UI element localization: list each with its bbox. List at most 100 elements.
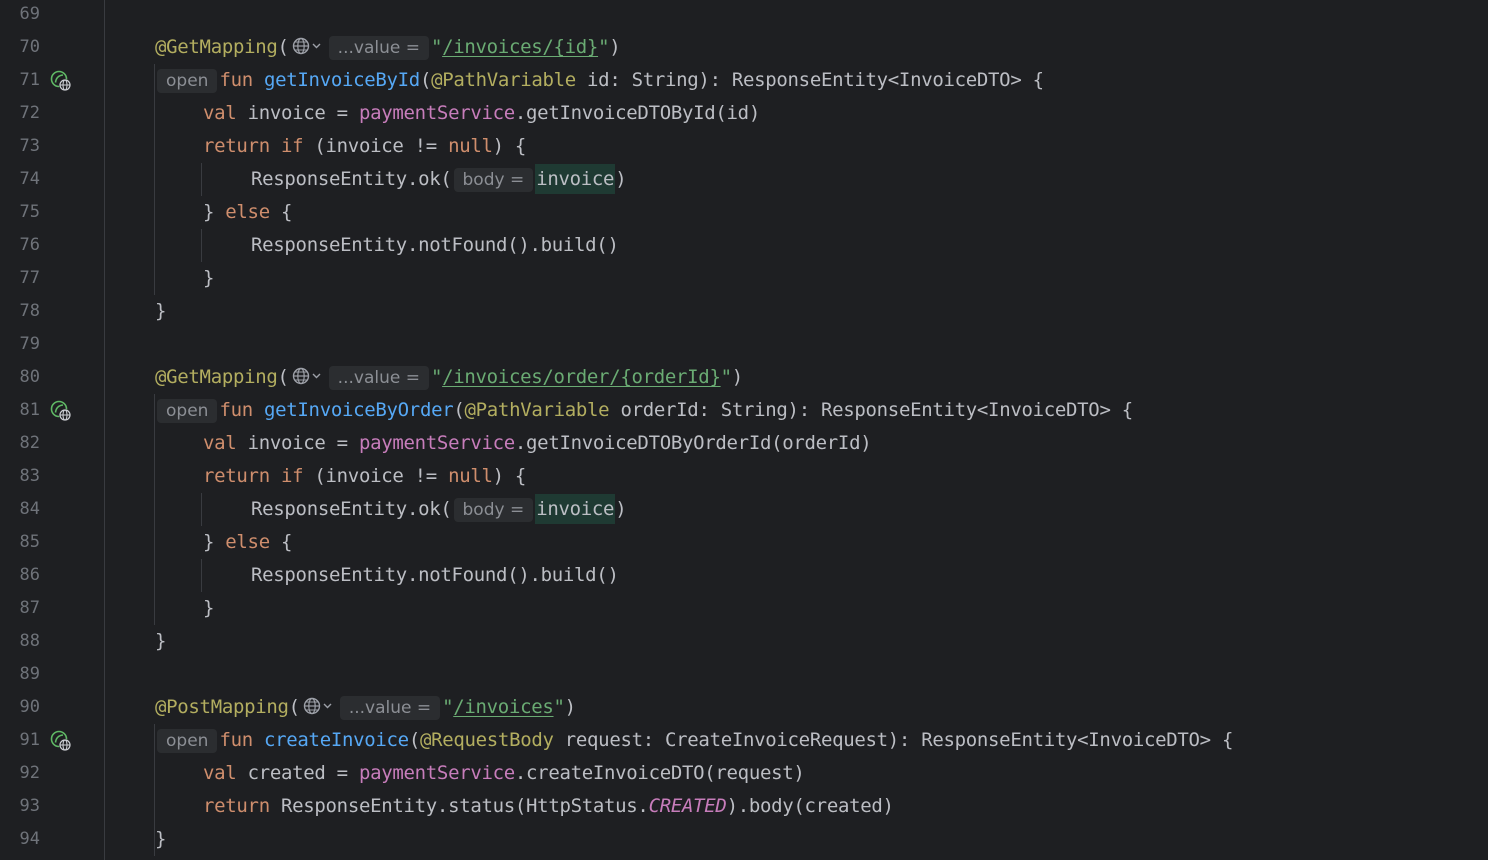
- line-number[interactable]: 71: [0, 64, 40, 97]
- inlay-hint[interactable]: open: [157, 729, 218, 753]
- line-number[interactable]: 78: [0, 295, 40, 328]
- endpoint-icon[interactable]: [49, 399, 73, 423]
- code-token: (: [288, 696, 300, 718]
- code-line[interactable]: ResponseEntity.notFound().build(): [251, 229, 619, 262]
- inlay-hint[interactable]: open: [157, 69, 218, 93]
- url-path-link[interactable]: /invoices: [453, 696, 554, 718]
- code-line[interactable]: open fun createInvoice(@RequestBody reque…: [155, 724, 1233, 757]
- line-number[interactable]: 94: [0, 823, 40, 856]
- code-token: @PostMapping: [155, 696, 289, 718]
- code-token: (: [277, 366, 289, 388]
- code-line[interactable]: return if (invoice != null) {: [203, 460, 526, 493]
- code-token: ): [615, 498, 627, 520]
- code-area[interactable]: @GetMapping(...value = "/invoices/{id}") o…: [105, 0, 1488, 860]
- line-number[interactable]: 84: [0, 493, 40, 526]
- code-line[interactable]: }: [155, 625, 166, 658]
- code-token: ) {: [492, 465, 527, 487]
- endpoint-icon[interactable]: [49, 729, 73, 753]
- line-number[interactable]: 83: [0, 460, 40, 493]
- inlay-hint[interactable]: ...value =: [339, 696, 441, 720]
- code-token: (: [453, 399, 465, 421]
- editor-gutter[interactable]: 69 70 71 72 73 74 75 76 77 78 79 80 81 82 83 84 85 86 87 88…: [0, 0, 105, 860]
- code-token: }: [203, 201, 226, 223]
- line-number[interactable]: 74: [0, 163, 40, 196]
- line-number[interactable]: 90: [0, 691, 40, 724]
- code-token: else: [225, 201, 281, 223]
- code-line[interactable]: }: [155, 823, 166, 856]
- indent-guide: [154, 394, 155, 625]
- code-editor[interactable]: 69 70 71 72 73 74 75 76 77 78 79 80 81 82 83 84 85 86 87 88…: [0, 0, 1488, 860]
- code-line[interactable]: @GetMapping(...value = "/invoices/order/{…: [155, 361, 743, 394]
- line-number[interactable]: 92: [0, 757, 40, 790]
- code-token: paymentService: [358, 762, 515, 784]
- code-token: ) {: [492, 135, 527, 157]
- code-token: null: [448, 465, 493, 487]
- code-token: ResponseEntity.notFound().build(): [251, 234, 619, 256]
- code-line[interactable]: val invoice = paymentService.getInvoiceD…: [203, 427, 872, 460]
- code-line[interactable]: ResponseEntity.notFound().build(): [251, 559, 619, 592]
- code-line[interactable]: }: [203, 262, 214, 295]
- line-number[interactable]: 75: [0, 196, 40, 229]
- line-number[interactable]: 73: [0, 130, 40, 163]
- code-token: .getInvoiceDTOByOrderId(orderId): [514, 432, 872, 454]
- code-token: ResponseEntity.ok(: [251, 498, 452, 520]
- code-line[interactable]: }: [155, 295, 166, 328]
- code-line[interactable]: return ResponseEntity.status(HttpStatus.…: [203, 790, 894, 823]
- inlay-hint[interactable]: body =: [453, 168, 534, 192]
- url-path-link[interactable]: /invoices/order/{orderId}: [442, 366, 721, 388]
- code-line[interactable]: ResponseEntity.ok(body = invoice): [251, 163, 627, 196]
- code-token: ResponseEntity.ok(: [251, 168, 452, 190]
- code-line[interactable]: @PostMapping(...value = "/invoices"): [155, 691, 576, 724]
- code-line[interactable]: val created = paymentService.createInvoi…: [203, 757, 805, 790]
- code-line[interactable]: return if (invoice != null) {: [203, 130, 526, 163]
- line-number[interactable]: 88: [0, 625, 40, 658]
- code-token: ResponseEntity.notFound().build(): [251, 564, 619, 586]
- line-number[interactable]: 72: [0, 97, 40, 130]
- code-line[interactable]: } else {: [203, 526, 292, 559]
- code-token: @PathVariable: [431, 69, 576, 91]
- line-number[interactable]: 85: [0, 526, 40, 559]
- code-line[interactable]: }: [203, 592, 214, 625]
- line-number[interactable]: 82: [0, 427, 40, 460]
- code-token: fun: [219, 729, 264, 751]
- line-number[interactable]: 89: [0, 658, 40, 691]
- code-token: else: [225, 531, 281, 553]
- inlay-hint[interactable]: ...value =: [328, 366, 429, 390]
- code-token: created =: [247, 762, 359, 784]
- indent-guide: [201, 163, 202, 196]
- code-token: ": [430, 366, 443, 388]
- line-number[interactable]: 69: [0, 0, 40, 31]
- code-token: invoice =: [247, 102, 359, 124]
- code-line[interactable]: ResponseEntity.ok(body = invoice): [251, 493, 627, 526]
- line-number[interactable]: 93: [0, 790, 40, 823]
- endpoint-icon[interactable]: [49, 69, 73, 93]
- line-number[interactable]: 91: [0, 724, 40, 757]
- line-number[interactable]: 70: [0, 31, 40, 64]
- line-number[interactable]: 81: [0, 394, 40, 427]
- indent-guide: [201, 229, 202, 262]
- code-token: invoice: [535, 494, 616, 524]
- inlay-hint[interactable]: body =: [453, 498, 534, 522]
- url-path-link[interactable]: /invoices/{id}: [442, 36, 598, 58]
- indent-guide: [154, 724, 155, 856]
- code-line[interactable]: @GetMapping(...value = "/invoices/{id}"): [155, 31, 621, 64]
- line-number[interactable]: 87: [0, 592, 40, 625]
- line-number[interactable]: 77: [0, 262, 40, 295]
- code-token: }: [203, 531, 226, 553]
- code-token: ): [609, 36, 621, 58]
- inlay-hint[interactable]: open: [157, 399, 218, 423]
- line-number[interactable]: 76: [0, 229, 40, 262]
- line-number[interactable]: 79: [0, 328, 40, 361]
- code-line[interactable]: open fun getInvoiceByOrder(@PathVariable …: [155, 394, 1133, 427]
- code-token: null: [448, 135, 493, 157]
- code-token: .getInvoiceDTOById(id): [514, 102, 760, 124]
- line-number[interactable]: 80: [0, 361, 40, 394]
- code-token: ResponseEntity.status(HttpStatus.: [280, 795, 649, 817]
- inlay-hint[interactable]: ...value =: [328, 36, 429, 60]
- code-token: ): [615, 168, 627, 190]
- code-token: @RequestBody: [419, 729, 554, 751]
- line-number[interactable]: 86: [0, 559, 40, 592]
- code-line[interactable]: open fun getInvoiceById(@PathVariable id:…: [155, 64, 1044, 97]
- code-line[interactable]: val invoice = paymentService.getInvoiceD…: [203, 97, 760, 130]
- code-line[interactable]: } else {: [203, 196, 292, 229]
